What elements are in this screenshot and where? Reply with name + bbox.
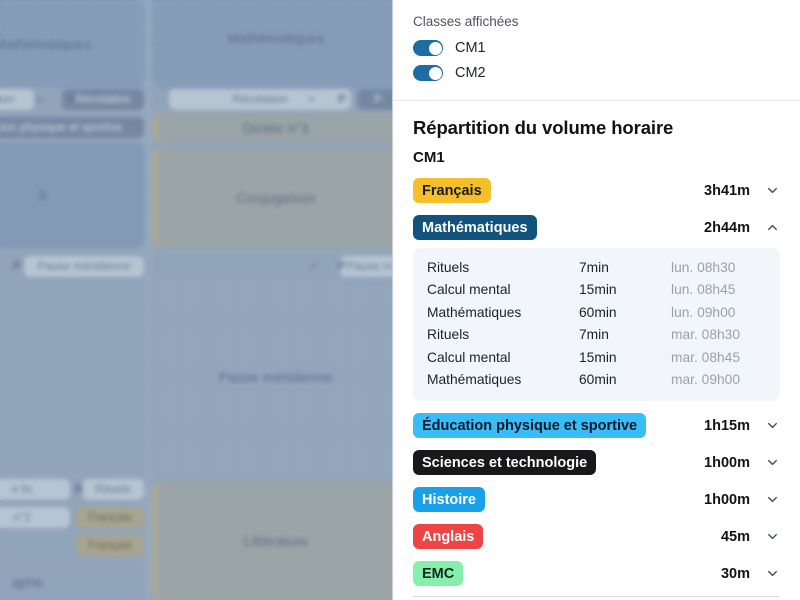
subject-badge[interactable]: EMC — [413, 561, 464, 586]
class-heading: CM1 — [413, 149, 445, 166]
subject-badge[interactable]: Sciences et technologie — [413, 450, 597, 475]
subject-duration: 45m — [720, 528, 750, 545]
subject-badge[interactable]: Histoire — [413, 487, 485, 512]
subject-duration: 1h15m — [704, 417, 750, 434]
chevron-down-icon[interactable] — [764, 418, 780, 434]
detail-when: lun. 09h00 — [671, 304, 736, 320]
volume-horaire-panel: Classes affichées CM1 CM2 Répartition du … — [392, 0, 800, 600]
subject-duration: 2h44m — [704, 219, 750, 236]
chevron-down-icon[interactable] — [764, 492, 780, 508]
chevron-down-icon[interactable] — [764, 566, 780, 582]
class-toggle-label: CM2 — [455, 65, 486, 81]
app-root: Mathématiques Mathématiques Dictée n°3 S Con… — [0, 0, 800, 600]
subject-badge[interactable]: Mathématiques — [413, 215, 537, 240]
chevron-down-icon[interactable] — [764, 455, 780, 471]
detail-duration: 7min — [579, 259, 609, 275]
subject-duration: 30m — [720, 565, 750, 582]
classes-filter-title: Classes affichées — [413, 14, 519, 29]
subject-list: Français 3h41m Mathématiques 2h44m Rituels 7m… — [413, 172, 780, 592]
subject-badge[interactable]: Éducation physique et sportive — [413, 413, 647, 438]
detail-row: Mathématiques 60min lun. 09h00 — [427, 301, 766, 324]
chevron-down-icon[interactable] — [764, 183, 780, 199]
detail-row: Calcul mental 15min lun. 08h45 — [427, 279, 766, 302]
detail-duration: 7min — [579, 327, 609, 343]
class-toggle-row: CM2 — [413, 62, 780, 84]
detail-duration: 15min — [579, 282, 617, 298]
subject-duration: 1h00m — [704, 454, 750, 471]
detail-row: Rituels 7min mar. 08h30 — [427, 324, 766, 347]
subject-duration: 1h00m — [704, 491, 750, 508]
detail-when: lun. 08h45 — [671, 282, 736, 298]
detail-name: Calcul mental — [427, 349, 511, 365]
subject-detail-box: Rituels 7min lun. 08h30 Calcul mental 15min l… — [413, 248, 780, 401]
subject-duration: 3h41m — [704, 182, 750, 199]
detail-row: Rituels 7min lun. 08h30 — [427, 256, 766, 279]
detail-name: Rituels — [427, 259, 470, 275]
detail-name: Calcul mental — [427, 282, 511, 298]
panel-divider — [393, 100, 800, 101]
toggle-switch-cm2[interactable] — [413, 65, 443, 81]
subject-row[interactable]: Français 3h41m — [413, 172, 780, 209]
detail-name: Rituels — [427, 327, 470, 343]
classes-filter-section: Classes affichées CM1 CM2 — [393, 0, 800, 97]
subject-badge[interactable]: Anglais — [413, 524, 484, 549]
subject-row[interactable]: Histoire 1h00m — [413, 481, 780, 518]
detail-row: Calcul mental 15min mar. 08h45 — [427, 346, 766, 369]
subject-row[interactable]: Sciences et technologie 1h00m — [413, 444, 780, 481]
class-toggle-label: CM1 — [455, 40, 486, 56]
subject-row[interactable]: Anglais 45m — [413, 518, 780, 555]
detail-name: Mathématiques — [427, 372, 522, 388]
subject-badge[interactable]: Français — [413, 178, 491, 203]
class-toggle-row: CM1 — [413, 37, 780, 59]
detail-row: Mathématiques 60min mar. 09h00 — [427, 369, 766, 392]
detail-when: mar. 09h00 — [671, 372, 741, 388]
subject-row[interactable]: Mathématiques 2h44m — [413, 209, 780, 246]
detail-duration: 60min — [579, 372, 617, 388]
chevron-up-icon[interactable] — [764, 220, 780, 236]
detail-name: Mathématiques — [427, 304, 522, 320]
toggle-knob — [428, 66, 442, 80]
classes-toggle-list: CM1 CM2 — [413, 37, 780, 84]
subject-row[interactable]: EMC 30m — [413, 555, 780, 592]
chevron-down-icon[interactable] — [764, 529, 780, 545]
toggle-switch-cm1[interactable] — [413, 40, 443, 56]
detail-duration: 60min — [579, 304, 617, 320]
detail-when: mar. 08h45 — [671, 349, 741, 365]
subject-row[interactable]: Éducation physique et sportive 1h15m — [413, 407, 780, 444]
page-title: Répartition du volume horaire — [413, 117, 674, 138]
toggle-knob — [428, 41, 442, 55]
detail-when: lun. 08h30 — [671, 259, 736, 275]
detail-when: mar. 08h30 — [671, 327, 741, 343]
detail-duration: 15min — [579, 349, 617, 365]
panel-body: Répartition du volume horaire CM1 França… — [393, 117, 800, 600]
